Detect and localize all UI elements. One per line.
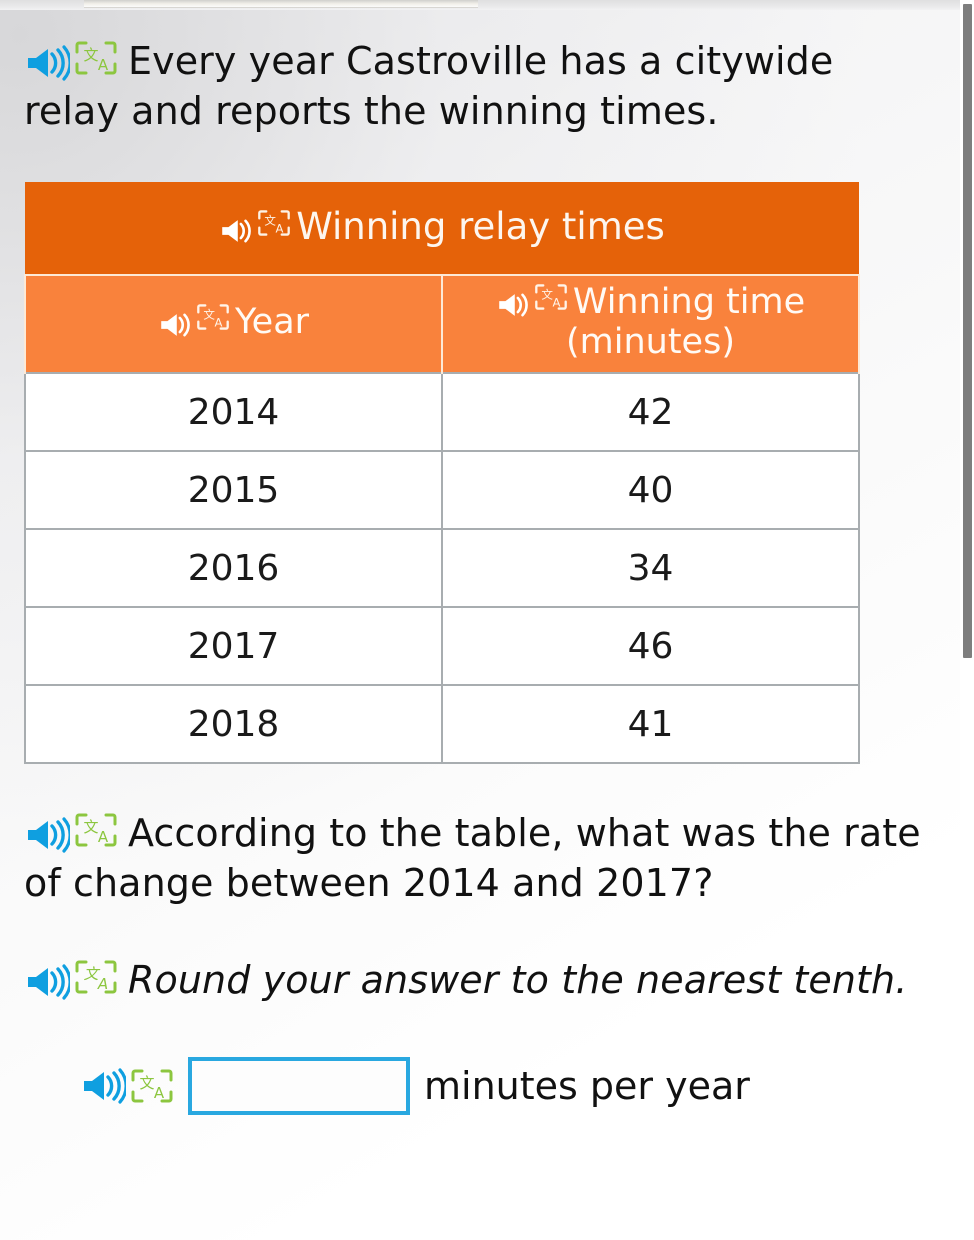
cell-year: 2018 <box>24 684 443 765</box>
svg-text:文: 文 <box>139 1074 154 1092</box>
prompt-intro: 文 A Every year Castroville has a citywide … <box>24 10 934 136</box>
table-column-header-row: 文 A Year 文 A Winning time (minutes) <box>24 274 860 374</box>
speaker-icon[interactable] <box>24 817 70 853</box>
prompt-rounding-text: Round your answer to the nearest tenth. <box>128 957 908 1002</box>
intro-icon-group: 文A <box>24 39 128 83</box>
svg-text:A: A <box>214 316 222 330</box>
svg-text:A: A <box>276 221 284 235</box>
cell-winning-time: 46 <box>441 606 860 687</box>
speaker-icon[interactable] <box>219 217 255 245</box>
table-title-row: 文 A Winning relay times <box>25 182 859 276</box>
column-header-winning-time-text: Winning time (minutes) <box>566 282 806 363</box>
svg-text:A: A <box>552 296 560 310</box>
translate-icon[interactable]: 文A <box>74 812 118 848</box>
speaker-icon[interactable] <box>24 964 70 1000</box>
vertical-scrollbar[interactable] <box>960 0 974 1240</box>
svg-text:A: A <box>98 828 109 846</box>
svg-text:文: 文 <box>83 46 98 64</box>
title-icon-group: 文A <box>219 205 296 248</box>
question-icon-group: 文A <box>24 811 128 855</box>
answer-row: 文A minutes per year <box>24 1056 934 1115</box>
top-chrome-strip-inner <box>84 0 478 8</box>
speaker-icon[interactable] <box>158 311 194 339</box>
table-row: 2014 42 <box>24 372 860 453</box>
table-row: 2015 40 <box>24 450 860 531</box>
rounding-icon-group: 文A <box>24 958 128 1002</box>
cell-winning-time: 42 <box>441 372 860 453</box>
table-title-text: Winning relay times <box>296 204 665 248</box>
svg-text:文: 文 <box>541 288 553 302</box>
column-header-year-text: Year <box>234 302 310 343</box>
prompt-intro-text: Every year Castroville has a citywide re… <box>24 39 834 134</box>
cell-winning-time: 34 <box>441 528 860 609</box>
svg-text:A: A <box>154 1084 165 1102</box>
cell-winning-time: 41 <box>441 684 860 765</box>
column-header-year: 文 A Year <box>24 274 443 374</box>
year-icon-group: 文A <box>158 302 235 342</box>
question-content: 文 A Every year Castroville has a citywide … <box>0 10 958 1115</box>
answer-input[interactable] <box>188 1056 410 1115</box>
cell-year: 2014 <box>24 372 443 453</box>
table-row: 2018 41 <box>24 684 860 765</box>
svg-text:A: A <box>97 975 108 993</box>
answer-unit-label: minutes per year <box>424 1063 750 1108</box>
prompt-question-text: According to the table, what was the rat… <box>24 811 921 906</box>
svg-text:文: 文 <box>265 213 277 227</box>
translate-icon[interactable]: 文A <box>74 40 118 76</box>
speaker-icon[interactable] <box>496 291 532 319</box>
svg-text:A: A <box>98 56 109 74</box>
top-chrome-strip <box>0 0 974 10</box>
cell-year: 2017 <box>24 606 443 687</box>
cell-year: 2015 <box>24 450 443 531</box>
cell-year: 2016 <box>24 528 443 609</box>
translate-icon[interactable]: 文A <box>196 303 230 331</box>
winning-times-table-wrapper: 文 A Winning relay times 文 A Year 文 A Winning t… <box>24 182 934 765</box>
translate-icon[interactable]: 文A <box>130 1068 174 1104</box>
prompt-question: 文 A According to the table, what was the r… <box>24 764 934 908</box>
column-header-winning-time: 文 A Winning time (minutes) <box>441 274 860 374</box>
svg-text:文: 文 <box>203 308 215 322</box>
speaker-icon[interactable] <box>24 45 70 81</box>
table-row: 2016 34 <box>24 528 860 609</box>
speaker-icon[interactable] <box>80 1068 126 1104</box>
table-title-cell: 文 A Winning relay times <box>25 182 859 276</box>
translate-icon[interactable]: 文A <box>257 209 291 237</box>
svg-text:文: 文 <box>83 818 98 836</box>
prompt-rounding: 文 A Round your answer to the nearest tenth… <box>24 909 934 1005</box>
translate-icon[interactable]: 文A <box>534 283 568 311</box>
winning-time-icon-group: 文A <box>496 282 573 322</box>
table-row: 2017 46 <box>24 606 860 687</box>
scrollbar-thumb[interactable] <box>963 4 972 658</box>
cell-winning-time: 40 <box>441 450 860 531</box>
winning-times-table: 文 A Winning relay times 文 A Year 文 A Winning t… <box>24 182 860 765</box>
translate-icon[interactable]: 文A <box>74 959 118 995</box>
